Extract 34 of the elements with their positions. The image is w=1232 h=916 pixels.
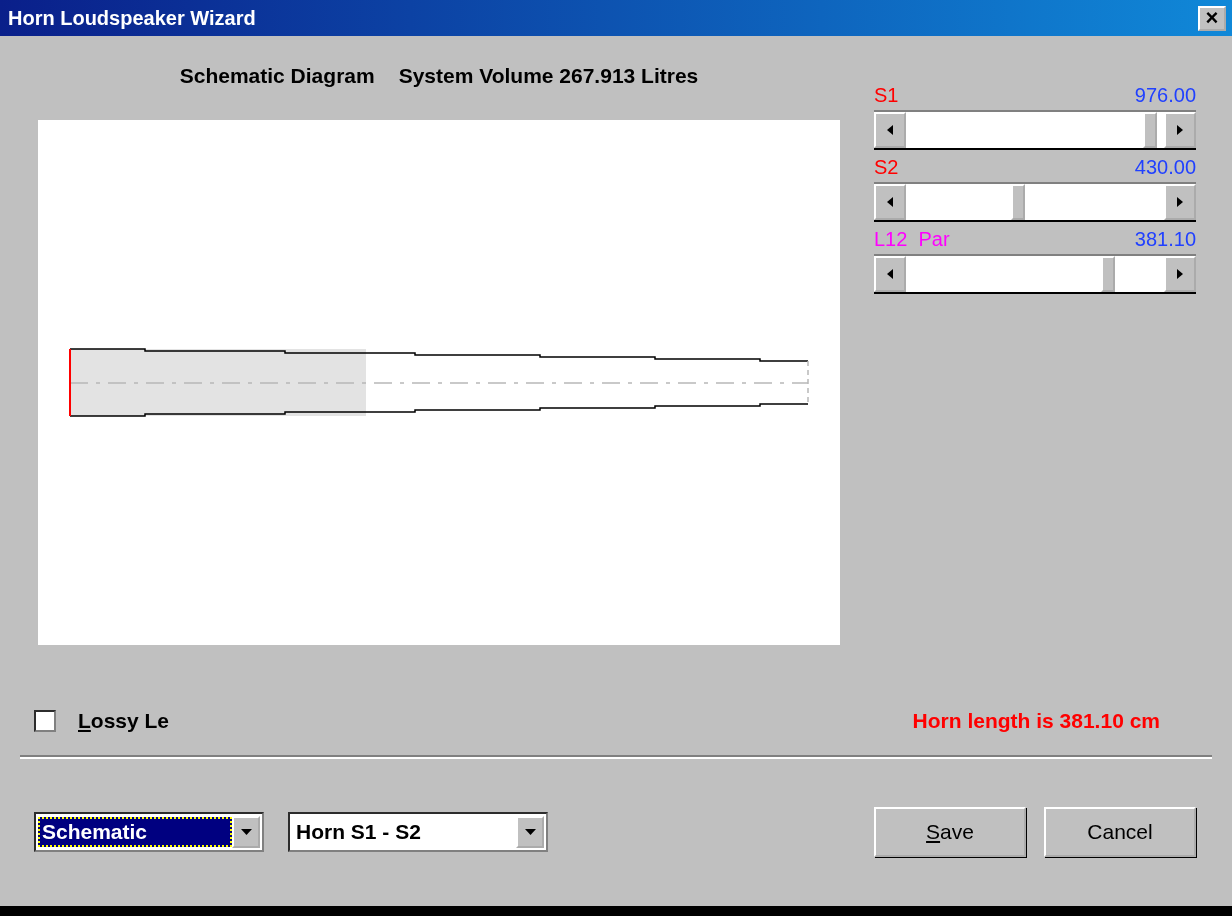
caret-icon xyxy=(524,829,536,835)
diagram-title: Schematic Diagram xyxy=(179,64,375,89)
checkbox-label[interactable]: Lossy Le xyxy=(78,709,170,733)
right-triangle-icon xyxy=(1177,269,1183,279)
right-triangle-icon xyxy=(1177,197,1183,207)
cancel-button[interactable]: Cancel xyxy=(1044,807,1196,857)
left-triangle-icon xyxy=(887,269,893,279)
scroll-right-button[interactable] xyxy=(1164,112,1196,148)
slider-thumb[interactable] xyxy=(1101,256,1116,292)
checkbox[interactable] xyxy=(34,710,56,732)
slider-thumb[interactable] xyxy=(1010,184,1025,220)
horn-length-text: Horn length is 381.10 cm xyxy=(912,709,1160,733)
close-button[interactable]: × xyxy=(1198,5,1226,31)
slider-label: S1 xyxy=(874,84,899,108)
caret-icon xyxy=(240,829,252,835)
scroll-right-button[interactable] xyxy=(1164,256,1196,292)
left-triangle-icon xyxy=(887,125,893,135)
window-title: Horn Loudspeaker Wizard xyxy=(8,6,256,30)
scroll-left-button[interactable] xyxy=(874,184,906,220)
left-triangle-icon xyxy=(887,197,893,207)
dropdown[interactable]: Schematic xyxy=(34,812,264,852)
slider-thumb[interactable] xyxy=(1142,112,1157,148)
system-volume: System Volume 267.913 Litres xyxy=(398,64,699,89)
scroll-left-button[interactable] xyxy=(874,112,906,148)
scroll-left-button[interactable] xyxy=(874,256,906,292)
slider-value: 381.10 xyxy=(1134,228,1196,252)
slider-value: 430.00 xyxy=(1134,156,1196,180)
slider-label: L12 Par xyxy=(874,228,950,252)
scroll-right-button[interactable] xyxy=(1164,184,1196,220)
save-button[interactable]: Save xyxy=(874,807,1026,857)
right-triangle-icon xyxy=(1177,125,1183,135)
slider-label: S2 xyxy=(874,156,899,180)
dropdown[interactable]: Horn S1 - S2 xyxy=(288,812,548,852)
slider-value: 976.00 xyxy=(1134,84,1196,108)
